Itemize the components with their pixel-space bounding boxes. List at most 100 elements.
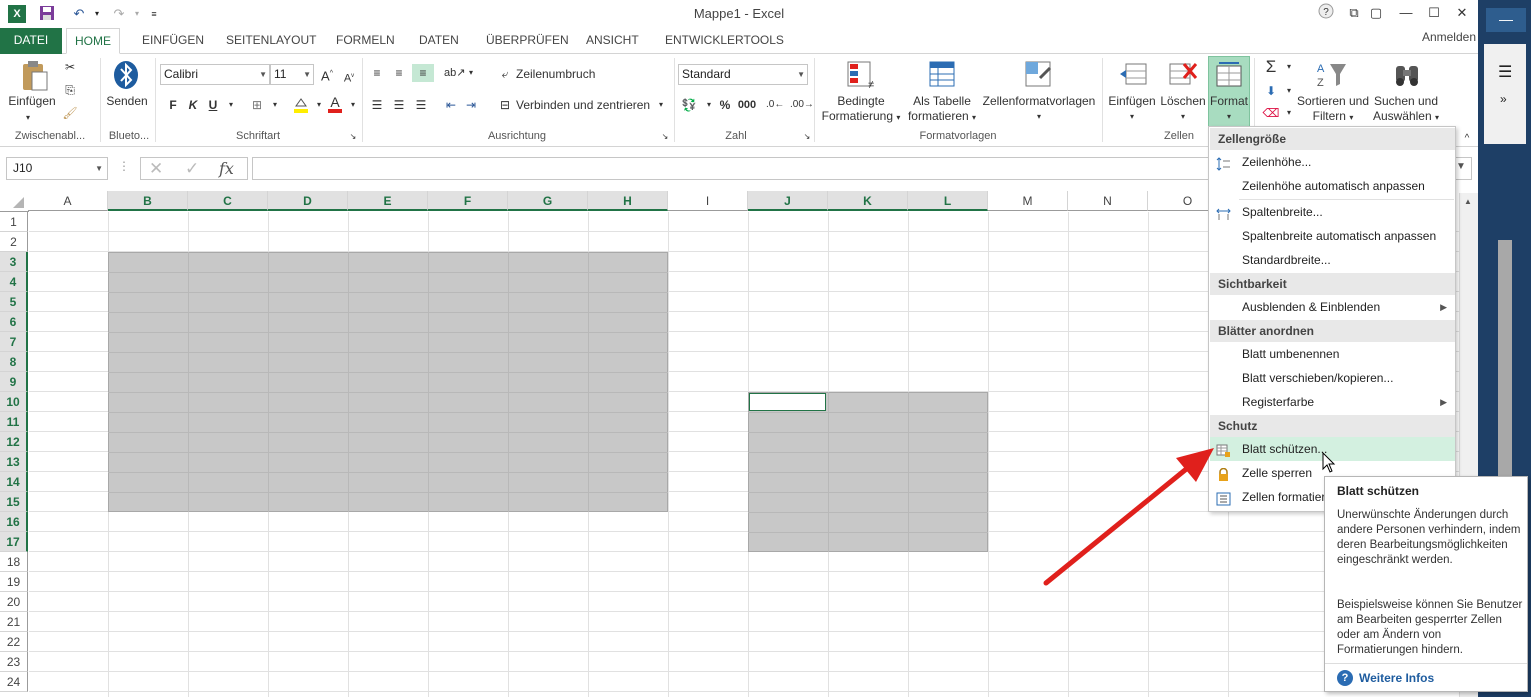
menu-item-row-height[interactable]: Zeilenhöhe... bbox=[1210, 150, 1455, 174]
thousands-button[interactable]: 000 bbox=[736, 96, 758, 114]
row-header-21[interactable]: 21 bbox=[0, 612, 28, 632]
row-header-22[interactable]: 22 bbox=[0, 632, 28, 652]
row-header-14[interactable]: 14 bbox=[0, 472, 28, 492]
insert-cells-icon[interactable] bbox=[1118, 60, 1148, 90]
dialog-launcher-icon[interactable]: ↘ bbox=[660, 132, 670, 142]
column-header-k[interactable]: K bbox=[828, 191, 908, 211]
clear-icon[interactable]: ⌫ bbox=[1262, 104, 1280, 122]
format-as-table-button[interactable]: Als Tabelle formatieren ▾ bbox=[904, 94, 980, 125]
merge-center-icon[interactable]: ⊟ bbox=[496, 96, 514, 114]
cell-styles-icon[interactable] bbox=[1024, 60, 1054, 90]
help-button[interactable]: ? bbox=[1312, 2, 1340, 24]
more-info-link[interactable]: Weitere Infos bbox=[1359, 671, 1434, 685]
column-header-i[interactable]: I bbox=[668, 191, 748, 211]
bold-button[interactable]: F bbox=[164, 96, 182, 114]
conditional-formatting-icon[interactable]: ≠ bbox=[846, 60, 876, 91]
window-restore-icon[interactable]: ▢ bbox=[1362, 2, 1390, 24]
find-select-icon[interactable] bbox=[1392, 60, 1422, 90]
column-header-l[interactable]: L bbox=[908, 191, 988, 211]
autosum-icon[interactable]: Σ bbox=[1262, 58, 1280, 76]
number-format-combo[interactable]: Standard ▼ bbox=[678, 64, 808, 85]
italic-button[interactable]: K bbox=[184, 96, 202, 114]
row-header-2[interactable]: 2 bbox=[0, 232, 28, 252]
row-header-24[interactable]: 24 bbox=[0, 672, 28, 692]
currency-icon[interactable]: 💱 bbox=[680, 96, 698, 114]
align-center-icon[interactable]: ☰ bbox=[390, 96, 408, 114]
menu-item-move-copy-sheet[interactable]: Blatt verschieben/kopieren... bbox=[1210, 366, 1455, 390]
merge-dropdown-icon[interactable]: ▾ bbox=[652, 96, 670, 114]
minimize-button[interactable]: — bbox=[1392, 2, 1420, 24]
fill-color-icon[interactable] bbox=[292, 96, 310, 114]
decrease-decimal-icon[interactable]: .00→ bbox=[790, 96, 814, 114]
name-box[interactable]: J10 ▼ bbox=[6, 157, 108, 180]
expand-formula-bar-icon[interactable]: ▼ bbox=[1456, 161, 1466, 172]
tab-page-layout[interactable]: SEITENLAYOUT bbox=[218, 28, 324, 54]
font-shrink-icon[interactable]: Av bbox=[340, 67, 358, 85]
maximize-button[interactable]: ☐ bbox=[1420, 2, 1448, 24]
row-header-7[interactable]: 7 bbox=[0, 332, 28, 352]
format-painter-icon[interactable]: 🖌 bbox=[61, 104, 79, 122]
row-header-16[interactable]: 16 bbox=[0, 512, 28, 532]
find-select-button[interactable]: Suchen und Auswählen ▾ bbox=[1372, 94, 1440, 125]
signin-link[interactable]: Anmelden bbox=[1422, 30, 1476, 44]
column-header-g[interactable]: G bbox=[508, 191, 588, 211]
shaded-range-b3-h15[interactable] bbox=[108, 252, 668, 512]
insert-function-icon[interactable]: fx bbox=[219, 159, 234, 178]
underline-dropdown-icon[interactable]: ▾ bbox=[222, 96, 240, 114]
merge-center-button[interactable]: Verbinden und zentrieren bbox=[516, 98, 650, 113]
formula-bar-grip-icon[interactable]: ⋮ bbox=[118, 159, 130, 173]
active-cell-j10[interactable] bbox=[749, 393, 826, 411]
borders-icon[interactable]: ⊞ bbox=[248, 96, 266, 114]
delete-cells-button[interactable]: Löschen ▾ bbox=[1158, 94, 1208, 124]
delete-cells-icon[interactable] bbox=[1168, 60, 1198, 90]
sort-filter-icon[interactable]: AZ bbox=[1316, 60, 1346, 90]
font-name-combo[interactable]: Calibri ▼ bbox=[160, 64, 270, 85]
orientation-icon[interactable]: ab↗ bbox=[444, 64, 465, 82]
font-color-icon[interactable]: A bbox=[326, 94, 344, 113]
dialog-launcher-icon[interactable]: ↘ bbox=[348, 132, 358, 142]
row-header-15[interactable]: 15 bbox=[0, 492, 28, 512]
tab-review[interactable]: ÜBERPRÜFEN bbox=[478, 28, 577, 54]
align-left-icon[interactable]: ☰ bbox=[368, 96, 386, 114]
copy-icon[interactable]: ⎘ bbox=[61, 81, 79, 99]
tab-home[interactable]: HOME bbox=[66, 28, 120, 54]
row-header-5[interactable]: 5 bbox=[0, 292, 28, 312]
paste-dropdown-icon[interactable]: ▾ bbox=[26, 110, 30, 125]
paste-button[interactable]: Einfügen bbox=[6, 94, 58, 109]
tab-view[interactable]: ANSICHT bbox=[578, 28, 647, 54]
increase-decimal-icon[interactable]: .0← bbox=[766, 96, 784, 114]
column-header-b[interactable]: B bbox=[108, 191, 188, 211]
menu-icon[interactable]: ☰ bbox=[1498, 62, 1512, 82]
tab-formulas[interactable]: FORMELN bbox=[328, 28, 403, 54]
menu-item-rename-sheet[interactable]: Blatt umbenennen bbox=[1210, 342, 1455, 366]
align-middle-icon[interactable]: ≡ bbox=[390, 64, 408, 82]
font-color-dropdown-icon[interactable]: ▾ bbox=[344, 96, 362, 114]
autosum-dropdown-icon[interactable]: ▾ bbox=[1280, 58, 1298, 76]
close-button[interactable]: ✕ bbox=[1448, 2, 1476, 24]
column-header-e[interactable]: E bbox=[348, 191, 428, 211]
conditional-formatting-button[interactable]: Bedingte Formatierung ▾ bbox=[820, 94, 902, 125]
row-header-11[interactable]: 11 bbox=[0, 412, 28, 432]
format-cells-icon[interactable] bbox=[1214, 60, 1244, 90]
column-header-h[interactable]: H bbox=[588, 191, 668, 211]
wrap-text-icon[interactable]: ⤶ bbox=[496, 65, 514, 83]
font-grow-icon[interactable]: A^ bbox=[318, 65, 336, 83]
column-header-f[interactable]: F bbox=[428, 191, 508, 211]
menu-item-column-width[interactable]: Spaltenbreite... bbox=[1210, 200, 1455, 224]
fill-icon[interactable]: ⬇ bbox=[1262, 82, 1280, 100]
select-all-corner[interactable] bbox=[0, 191, 29, 212]
expand-icon[interactable]: » bbox=[1500, 92, 1507, 106]
menu-item-tab-color[interactable]: Registerfarbe ▶ bbox=[1210, 390, 1455, 414]
send-button[interactable]: Senden bbox=[104, 94, 150, 109]
column-header-n[interactable]: N bbox=[1068, 191, 1148, 211]
column-header-c[interactable]: C bbox=[188, 191, 268, 211]
column-header-a[interactable]: A bbox=[28, 191, 108, 211]
column-header-m[interactable]: M bbox=[988, 191, 1068, 211]
row-header-23[interactable]: 23 bbox=[0, 652, 28, 672]
chevron-down-icon[interactable]: ▼ bbox=[95, 158, 103, 179]
align-bottom-icon[interactable]: ≡ bbox=[412, 64, 434, 82]
menu-item-autofit-row-height[interactable]: Zeilenhöhe automatisch anpassen bbox=[1210, 174, 1455, 198]
format-as-table-icon[interactable] bbox=[928, 60, 958, 90]
underline-button[interactable]: U bbox=[204, 96, 222, 114]
align-top-icon[interactable]: ≡ bbox=[368, 64, 386, 82]
